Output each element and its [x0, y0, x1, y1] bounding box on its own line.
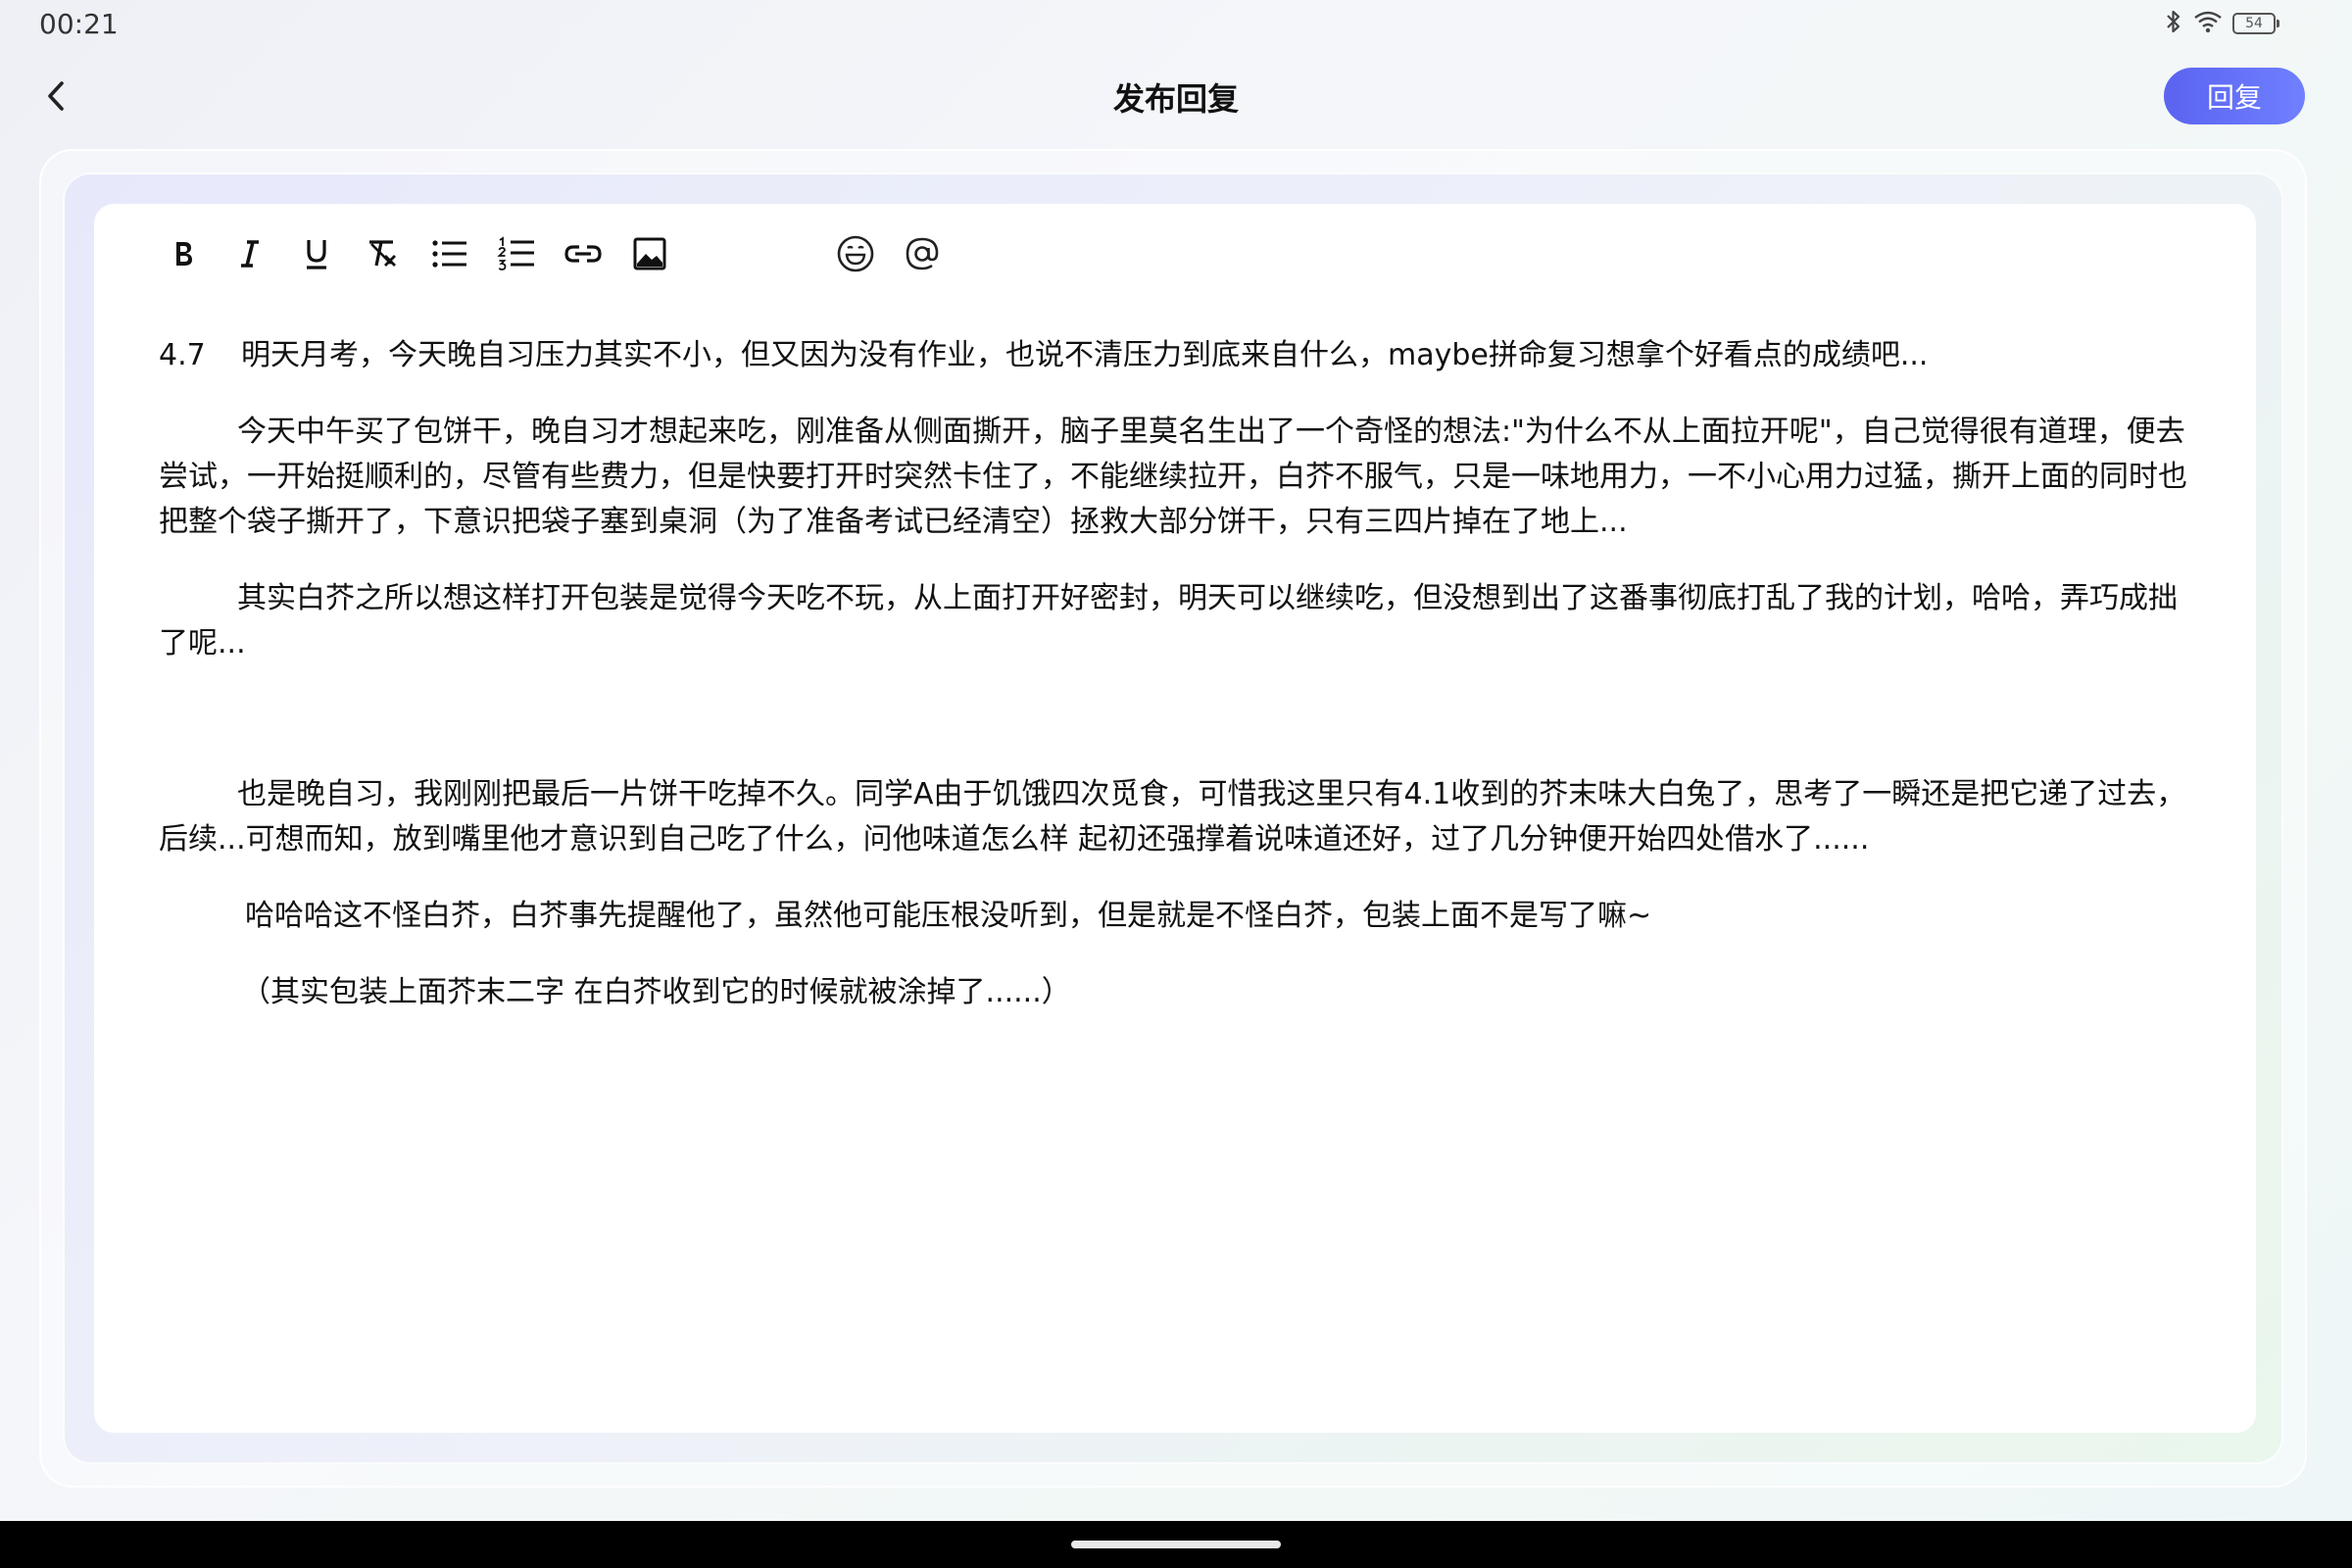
link-icon — [564, 245, 602, 263]
navigation-bar — [0, 1521, 2352, 1568]
first-paragraph: 4.7 明天月考，今天晚自习压力其实不小，但又因为没有作业，也说不清压力到底来自什… — [159, 333, 2201, 378]
bullet-list-icon — [432, 240, 466, 268]
numbered-list-button[interactable] — [492, 229, 541, 278]
paragraph: 哈哈哈这不怪白芥，白芥事先提醒他了，虽然他可能压根没听到，但是就是不怪白芥，包装… — [245, 899, 1652, 933]
home-indicator[interactable] — [1071, 1541, 1281, 1548]
reply-editor[interactable]: 4.7 明天月考，今天晚自习压力其实不小，但又因为没有作业，也说不清压力到底来自什… — [94, 204, 2256, 1433]
mention-icon — [906, 237, 939, 270]
battery-level: 54 — [2245, 16, 2263, 31]
paragraph: 也是晚自习，我刚刚把最后一片饼干吃掉不久。同学A由于饥饿四次觅食，可惜我这里只有… — [159, 777, 2186, 857]
paragraph-text: 明天月考，今天晚自习压力其实不小，但又因为没有作业，也说不清压力到底来自什么，m… — [241, 338, 1929, 372]
reply-button[interactable]: 回复 — [2164, 68, 2305, 124]
link-button[interactable] — [559, 229, 608, 278]
italic-icon — [241, 240, 259, 268]
emoji-button[interactable] — [831, 229, 880, 278]
image-icon — [633, 237, 666, 270]
clear-format-button[interactable] — [359, 229, 408, 278]
paragraph: 其实白芥之所以想这样打开包装是觉得今天吃不玩，从上面打开好密封，明天可以继续吃，… — [159, 581, 2178, 661]
bullet-list-button[interactable] — [425, 229, 474, 278]
bluetooth-icon — [2164, 9, 2183, 38]
page-title: 发布回复 — [1112, 80, 1239, 118]
paragraph: 今天中午买了包饼干，晚自习才想起来吃，刚准备从侧面撕开，脑子里莫名生出了一个奇怪… — [159, 415, 2187, 539]
clear-format-icon — [369, 240, 396, 267]
italic-button[interactable] — [225, 229, 274, 278]
status-time: 00:21 — [39, 8, 119, 40]
wifi-icon — [2193, 10, 2223, 37]
paragraph: （其实包装上面芥末二字 在白芥收到它的时候就被涂掉了......） — [241, 975, 1071, 1009]
emoji-icon — [837, 235, 874, 272]
underline-icon — [307, 240, 326, 270]
header: 发布回复 回复 — [0, 49, 2352, 147]
bold-button[interactable] — [159, 229, 208, 278]
numbered-list-icon — [497, 236, 534, 270]
image-button[interactable] — [625, 229, 674, 278]
post-content[interactable]: 4.7 明天月考，今天晚自习压力其实不小，但又因为没有作业，也说不清压力到底来自什… — [159, 333, 2201, 1047]
status-icons: 54 — [2164, 8, 2279, 39]
underline-button[interactable] — [292, 229, 341, 278]
status-bar: 00:21 54 — [0, 0, 2352, 49]
bold-icon — [176, 242, 192, 266]
battery-icon: 54 — [2232, 13, 2279, 34]
format-toolbar — [159, 229, 1041, 278]
mention-button[interactable] — [898, 229, 947, 278]
post-date: 4.7 — [159, 338, 206, 372]
